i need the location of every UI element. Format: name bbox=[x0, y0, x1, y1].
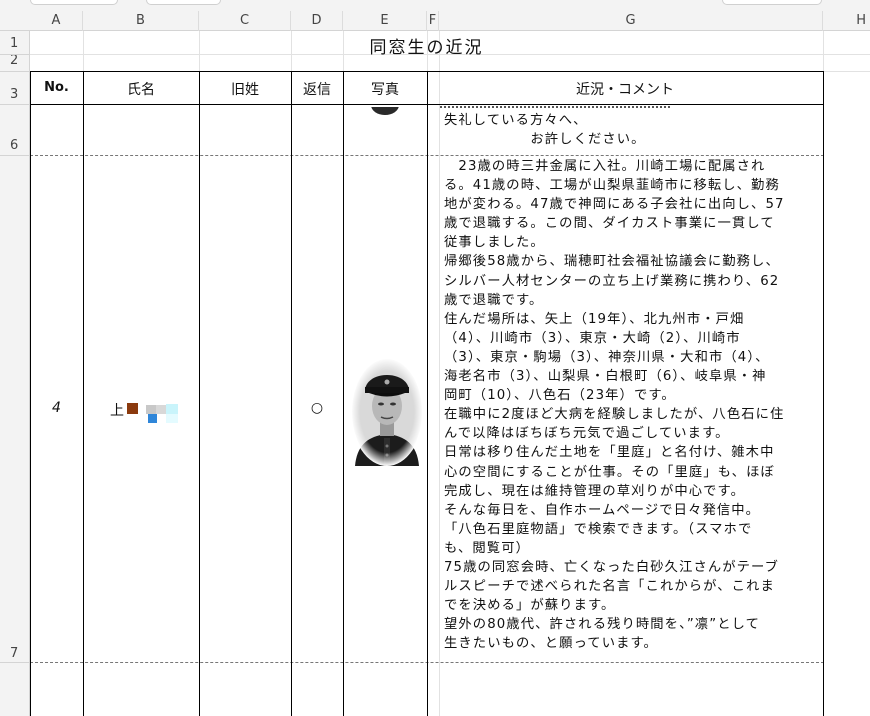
column-header-d[interactable]: D bbox=[291, 11, 343, 31]
redacted-name-block bbox=[127, 403, 138, 414]
table-right-border bbox=[823, 71, 824, 716]
table-left-border bbox=[30, 71, 31, 716]
row-header-bar bbox=[0, 31, 30, 716]
redacted-name-block bbox=[148, 414, 157, 423]
column-border bbox=[199, 71, 200, 716]
row-header-3[interactable]: 3 bbox=[0, 87, 30, 102]
column-header-h[interactable]: H bbox=[823, 11, 870, 31]
row-header-divider bbox=[0, 54, 30, 55]
comment-line: 海老名市（3）、山梨県・白根町（6）、岐阜県・神 bbox=[444, 369, 767, 385]
entry-name-cell[interactable]: 上 bbox=[108, 400, 198, 428]
comment-line: （3）、東京・駒場（3）、神奈川県・大和市（4）、 bbox=[444, 349, 770, 365]
sheet-tab-stub[interactable] bbox=[30, 0, 118, 5]
comment-line: 日常は移り住んだ土地を「里庭」と名付け、雑木中 bbox=[444, 445, 775, 461]
comment-line: んで以降はぼちぼち元気で過ごしています。 bbox=[444, 426, 730, 442]
redacted-name-block bbox=[146, 405, 156, 414]
redacted-name-block bbox=[156, 405, 166, 414]
cut-off-text-line bbox=[440, 104, 820, 110]
comment-line: 望外の80歳代、許される残り時間を、”凛”として bbox=[444, 617, 760, 633]
column-header-a[interactable]: A bbox=[30, 11, 83, 31]
comment-line: 完成し、現在は維持管理の草刈りが中心です。 bbox=[444, 483, 746, 499]
comment-line: る。41歳の時、工場が山梨県韮崎市に移転し、勤務 bbox=[444, 178, 780, 194]
sheet-tab-stub[interactable] bbox=[722, 0, 822, 5]
comment-line: も、閲覧可） bbox=[444, 540, 530, 556]
row-header-2[interactable]: 2 bbox=[0, 53, 30, 68]
header-photo[interactable]: 写真 bbox=[343, 79, 427, 99]
row6-comment-cell[interactable]: 失礼している方々へ、 お許しください。 bbox=[444, 111, 822, 149]
column-header-g[interactable]: G bbox=[439, 11, 823, 31]
column-header-e[interactable]: E bbox=[343, 11, 427, 31]
entry-number[interactable]: 4 bbox=[30, 400, 83, 416]
comment-line: 失礼している方々へ、 bbox=[444, 113, 588, 128]
column-border bbox=[83, 71, 84, 716]
column-header-c[interactable]: C bbox=[199, 11, 291, 31]
row-header-6[interactable]: 6 bbox=[0, 138, 30, 153]
comment-line: 在職中に2度ほど大病を経験しましたが、八色石に住 bbox=[444, 407, 785, 423]
header-no[interactable]: No. bbox=[30, 80, 83, 95]
column-border bbox=[291, 71, 292, 716]
row-header-divider bbox=[0, 155, 30, 156]
header-maiden-name[interactable]: 旧姓 bbox=[199, 79, 291, 99]
comment-line: 帰郷後58歳から、瑞穂町社会福祉協議会に勤務し、 bbox=[444, 254, 780, 270]
comment-line: 住んだ場所は、矢上（19年）、北九州市・戸畑 bbox=[444, 311, 745, 327]
comment-line: 岡町（10）、八色石（23年）です。 bbox=[444, 388, 676, 404]
portrait-photo[interactable] bbox=[351, 358, 423, 466]
comment-line: 23歳の時三井金属に入社。川崎工場に配属され bbox=[444, 159, 766, 174]
comment-line: シルバー人材センターの立ち上げ業務に携わり、62 bbox=[444, 273, 780, 289]
row-header-divider bbox=[0, 71, 30, 72]
comment-line: 地が変わる。47歳で神岡にある子会社に出向し、57 bbox=[444, 197, 785, 213]
comment-line: 心の空間にすることが仕事。その「里庭」も、ほぼ bbox=[444, 464, 775, 480]
header-reply[interactable]: 返信 bbox=[291, 79, 343, 99]
comment-line: 75歳の同窓会時、亡くなった白砂久江さんがテーブ bbox=[444, 559, 780, 575]
comment-line: お許しください。 bbox=[444, 132, 646, 148]
gridline bbox=[823, 31, 824, 71]
sheet-tab-stub[interactable] bbox=[146, 0, 221, 5]
row-header-divider bbox=[0, 662, 30, 663]
row-header-1[interactable]: 1 bbox=[0, 36, 30, 51]
name-prefix: 上 bbox=[110, 403, 124, 419]
row-header-divider bbox=[0, 104, 30, 105]
column-border bbox=[343, 71, 344, 716]
header-name[interactable]: 氏名 bbox=[83, 79, 199, 99]
column-border bbox=[427, 71, 428, 716]
sheet-title: 同窓生の近況 bbox=[369, 38, 484, 58]
comment-line: でを決める」が蘇ります。 bbox=[444, 598, 616, 614]
comment-line: ルスピーチで述べられた名言「これからが、これま bbox=[444, 579, 775, 595]
photo-fragment bbox=[365, 104, 405, 116]
reply-mark[interactable]: ○ bbox=[291, 400, 343, 416]
entry-comment-cell[interactable]: 23歳の時三井金属に入社。川崎工場に配属され る。41歳の時、工場が山梨県韮崎市に… bbox=[444, 157, 822, 653]
row-header-7[interactable]: 7 bbox=[0, 646, 30, 661]
gridline bbox=[439, 31, 440, 716]
redacted-name-block bbox=[166, 404, 178, 414]
comment-line: 「八色石里庭物語」で検索できます。（スマホで bbox=[444, 521, 753, 537]
header-comment[interactable]: 近況・コメント bbox=[427, 79, 823, 99]
column-header-b[interactable]: B bbox=[83, 11, 199, 31]
redacted-name-block bbox=[166, 414, 178, 423]
comment-line: （4）、川崎市（3）、東京・大崎（2）、川崎市 bbox=[444, 330, 741, 346]
comment-line: 従事しました。 bbox=[444, 235, 545, 251]
comment-line: 歳で退職する。この間、ダイカスト事業に一貫して bbox=[444, 216, 775, 232]
comment-line: そんな毎日を、自作ホームページで日々発信中。 bbox=[444, 502, 761, 518]
comment-line: 歳で退職です。 bbox=[444, 292, 544, 308]
column-header-f[interactable]: F bbox=[427, 11, 439, 31]
photo-fragment bbox=[366, 708, 406, 716]
comment-line: 生きたいもの、と願っています。 bbox=[444, 636, 658, 652]
